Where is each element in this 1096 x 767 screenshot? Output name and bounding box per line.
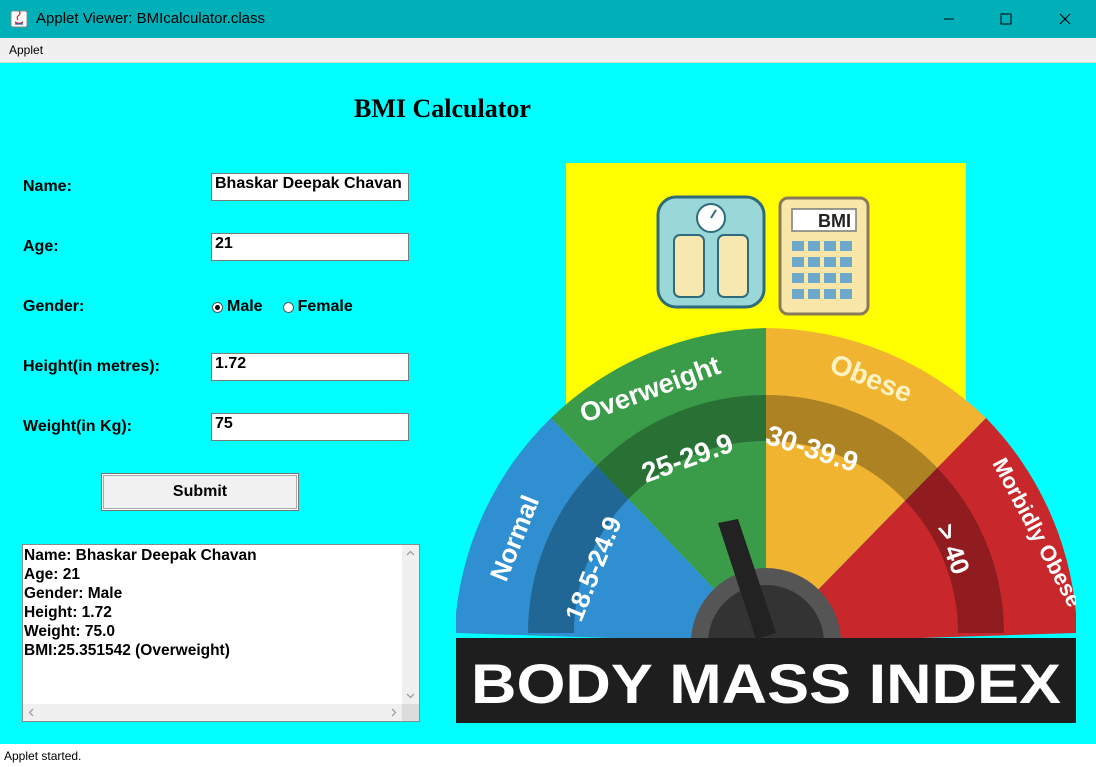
scroll-up-icon[interactable] <box>402 545 419 562</box>
scroll-down-icon[interactable] <box>402 687 419 704</box>
close-icon <box>1059 13 1071 25</box>
calculator-bmi-text: BMI <box>818 211 851 231</box>
gender-male-radio[interactable] <box>212 301 223 313</box>
height-label: Height(in metres): <box>23 358 160 375</box>
result-line: Name: Bhaskar Deepak Chavan <box>24 547 257 564</box>
page-title: BMI Calculator <box>354 94 531 123</box>
gender-female-radio[interactable] <box>282 301 294 313</box>
gender-radio-group: Male Female <box>212 298 373 316</box>
minimize-button[interactable] <box>920 0 978 38</box>
gender-female-option[interactable]: Female <box>282 298 353 316</box>
banner-text: BODY MASS INDEX <box>471 652 1061 715</box>
gender-female-label: Female <box>297 298 353 315</box>
maximize-button[interactable] <box>977 0 1035 38</box>
scroll-right-icon[interactable] <box>385 704 402 721</box>
submit-button[interactable]: Submit <box>101 473 299 511</box>
scroll-corner <box>402 704 419 721</box>
result-line: Gender: Male <box>24 585 123 602</box>
vertical-scrollbar[interactable] <box>402 545 419 704</box>
status-text: Applet started. <box>4 749 82 763</box>
applet-content: BMI Calculator Name: Age: Gender: Male F… <box>0 63 1096 744</box>
result-textarea[interactable]: Name: Bhaskar Deepak Chavan Age: 21 Gender… <box>22 544 420 722</box>
status-bar: Applet started. <box>0 744 1096 767</box>
java-icon <box>10 10 28 28</box>
name-field[interactable] <box>211 173 409 201</box>
height-field[interactable] <box>211 353 409 381</box>
weight-label: Weight(in Kg): <box>23 418 133 435</box>
maximize-icon <box>1000 13 1012 25</box>
window-title: Applet Viewer: BMIcalculator.class <box>36 10 265 27</box>
result-line: Age: 21 <box>24 566 80 583</box>
age-label: Age: <box>23 238 59 255</box>
calculator-icon: BMI <box>778 196 870 316</box>
weight-field[interactable] <box>211 413 409 441</box>
result-line: Weight: 75.0 <box>24 623 116 640</box>
menu-applet[interactable]: Applet <box>9 43 43 57</box>
title-bar: Applet Viewer: BMIcalculator.class <box>0 0 1096 38</box>
name-label: Name: <box>23 178 72 195</box>
result-line: BMI:25.351542 (Overweight) <box>24 642 230 659</box>
age-field[interactable] <box>211 233 409 261</box>
gender-male-option[interactable]: Male <box>212 298 263 316</box>
horizontal-scrollbar[interactable] <box>23 704 402 721</box>
bmi-scale-graphic: BMI Normal 18.5-24.9 Overweight 25-29.9 … <box>456 163 1076 723</box>
weighing-scale-icon <box>656 195 766 309</box>
gender-male-label: Male <box>227 298 263 315</box>
scroll-left-icon[interactable] <box>23 704 40 721</box>
result-text[interactable]: Name: Bhaskar Deepak Chavan Age: 21 Gender… <box>24 546 402 704</box>
minimize-icon <box>944 18 954 20</box>
gender-label: Gender: <box>23 298 85 315</box>
close-button[interactable] <box>1036 0 1094 38</box>
menu-bar: Applet <box>0 38 1096 63</box>
result-line: Height: 1.72 <box>24 604 112 621</box>
